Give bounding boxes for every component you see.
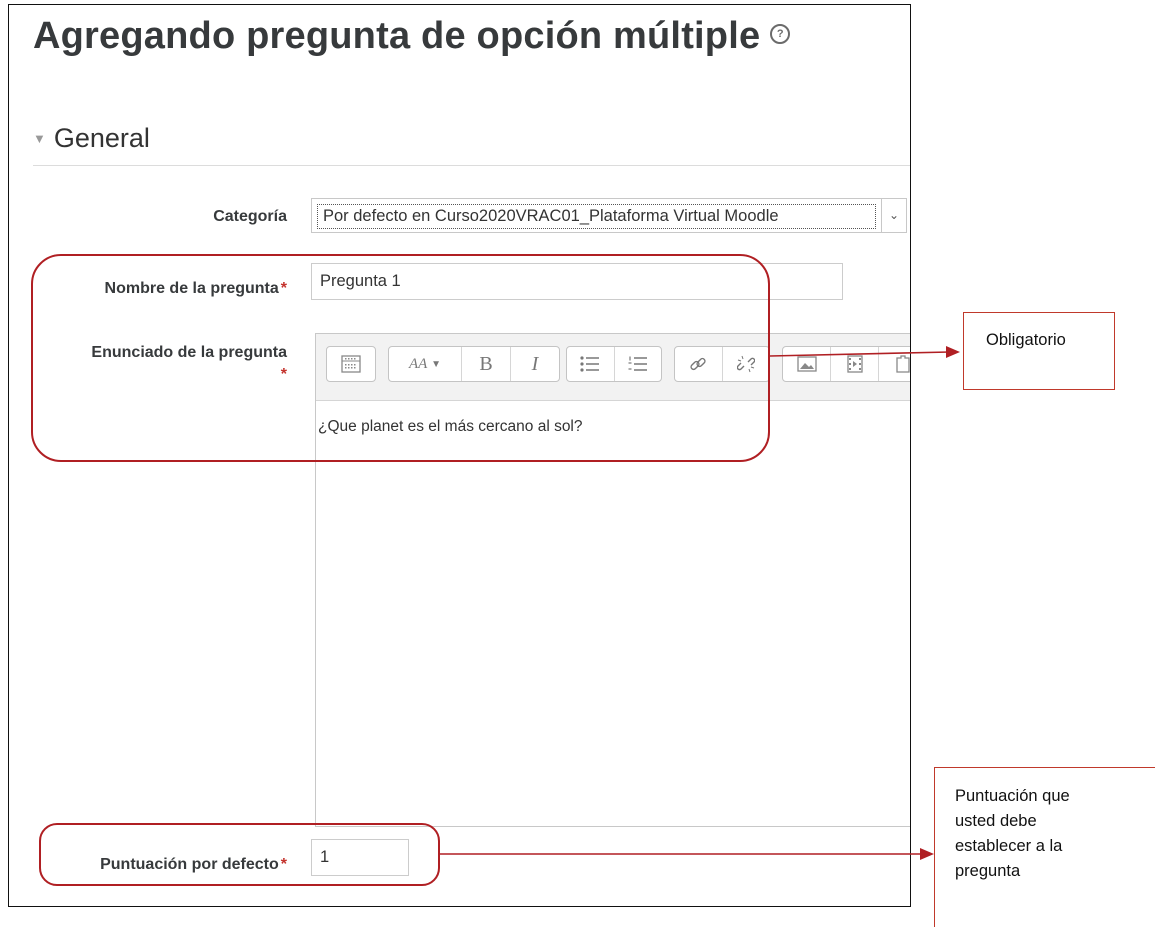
arrow-head-required: [946, 346, 960, 358]
callout-required: Obligatorio: [963, 312, 1115, 390]
arrow-line-required: [769, 351, 951, 357]
callout-mark: Puntuación que usted debe establecer a l…: [934, 767, 1155, 927]
arrow-head-mark: [920, 848, 934, 860]
